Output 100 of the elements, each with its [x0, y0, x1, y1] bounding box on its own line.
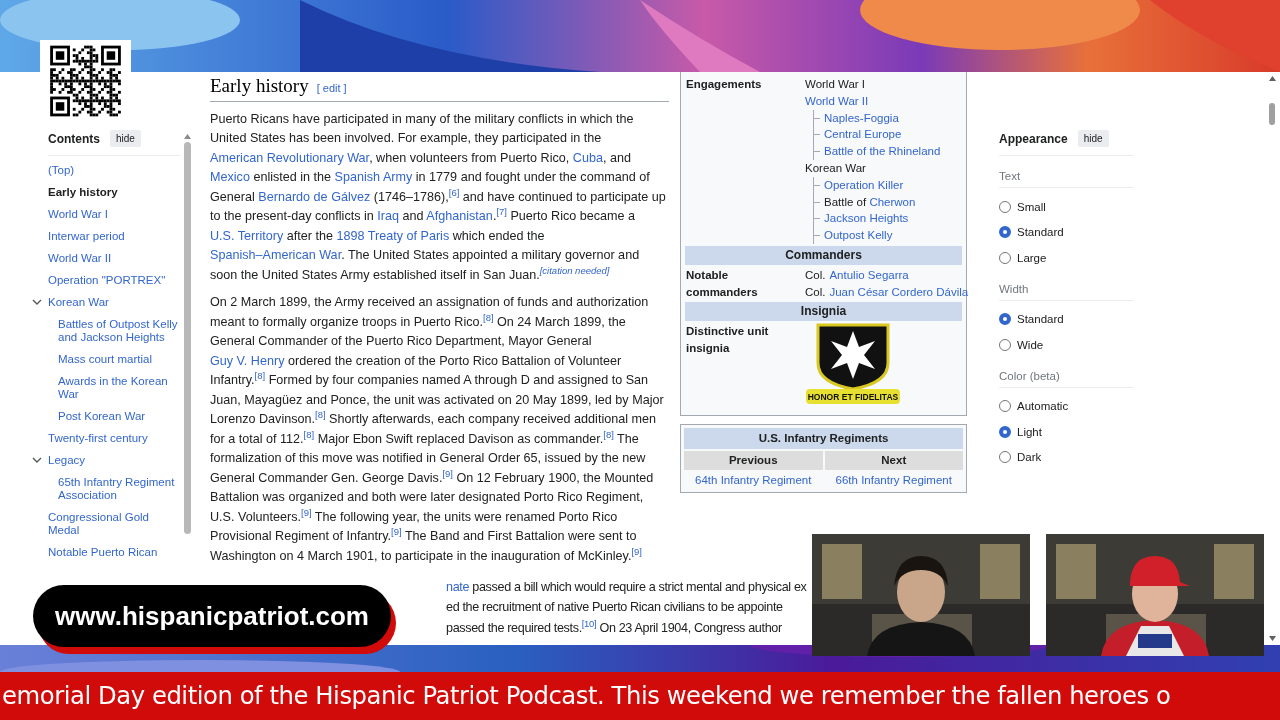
motto-text: HONOR ET FIDELITAS [807, 392, 899, 403]
radio-button[interactable] [999, 251, 1011, 264]
toc-link[interactable]: Operation "PORTREX" [48, 274, 166, 287]
infobox-text: World War I [805, 78, 866, 90]
citation-link[interactable]: [9] [442, 467, 453, 479]
column-header: Previous [684, 450, 823, 470]
text-line: ed the recruitment of native Puerto Rican civilians to be appointe [446, 599, 784, 617]
citation-needed-link[interactable]: [citation needed] [539, 264, 610, 276]
link[interactable]: Spanish Army [334, 170, 413, 185]
toc-link[interactable]: Early history [48, 186, 118, 199]
link[interactable]: Cherwon [869, 195, 916, 208]
citation-link[interactable]: [8] [603, 428, 614, 440]
toc-link[interactable]: Legacy [48, 454, 86, 467]
link[interactable]: Mexico [210, 170, 250, 185]
link[interactable]: 1898 Treaty of Paris [336, 228, 450, 243]
citation-link[interactable]: [9] [631, 545, 642, 557]
link[interactable]: Operation Killer [824, 178, 904, 191]
chevron-icon[interactable] [32, 456, 42, 465]
radio-button[interactable] [999, 338, 1011, 351]
link[interactable]: Bernardo de Gálvez [258, 189, 371, 204]
link[interactable]: Juan César Cordero Dávila [829, 283, 969, 301]
group-label: Width [999, 276, 1134, 301]
option-label: Large [1017, 251, 1047, 264]
option-label: Standard [1017, 313, 1064, 326]
infobox-label: Notable commanders [685, 267, 759, 300]
citation-link[interactable]: [9] [391, 526, 402, 538]
scroll-up-icon[interactable] [183, 134, 191, 139]
option-label: Light [1017, 425, 1042, 438]
toc-link[interactable]: World War I [48, 208, 109, 221]
citation-link[interactable]: [6] [448, 186, 460, 198]
infobox-text: Korean War [805, 162, 866, 174]
toc-title: Contents [48, 131, 100, 146]
radio-button[interactable] [999, 425, 1011, 438]
option-label: Dark [1017, 451, 1042, 464]
link[interactable]: Guy V. Henry [210, 353, 285, 368]
scroll-thumb[interactable] [1269, 103, 1275, 125]
option-label: Standard [1017, 226, 1064, 239]
link[interactable]: 64th Infantry Regiment [695, 473, 812, 486]
hide-button[interactable]: hide [110, 130, 141, 147]
link[interactable]: Cuba [572, 150, 603, 165]
infobox-text: Battle of [824, 195, 868, 208]
radio-button[interactable] [999, 200, 1011, 213]
column-header: Next [824, 450, 963, 470]
link[interactable]: World War II [805, 94, 869, 107]
toc-link[interactable]: Battles of Outpost Kelly and Jackson Heights [58, 318, 180, 344]
toc-link[interactable]: Mass court martial [58, 353, 152, 366]
toc-link[interactable]: (Top) [48, 164, 75, 177]
radio-button[interactable] [999, 400, 1011, 413]
toc-link[interactable]: Korean War [48, 296, 109, 309]
scroll-down-icon[interactable] [1268, 636, 1276, 641]
news-ticker: emorial Day edition of the Hispanic Patriot Podcast. This weekend we remember the fallen heroes o [0, 672, 1280, 720]
citation-link[interactable]: [10] [581, 617, 597, 629]
radio-button[interactable] [999, 226, 1011, 239]
toc-link[interactable]: Congressional Gold Medal [48, 511, 180, 537]
toc-link[interactable]: Awards in the Korean War [58, 375, 180, 401]
toc-link[interactable]: Interwar period [48, 230, 125, 243]
toc-link[interactable]: Post Korean War [58, 410, 146, 423]
link[interactable]: Iraq [377, 209, 399, 224]
citation-link[interactable]: [8] [315, 409, 326, 421]
citation-link[interactable]: [8] [254, 370, 266, 382]
infobox-label: Engagements [685, 77, 763, 92]
toc-link[interactable]: 65th Infantry Regiment Association [58, 476, 180, 502]
link[interactable]: Battle of the Rhineland [824, 145, 941, 158]
link[interactable]: Outpost Kelly [824, 229, 893, 242]
scroll-thumb[interactable] [183, 142, 191, 534]
toc-link[interactable]: Notable Puerto Rican [48, 546, 158, 559]
navbox-title: U.S. Infantry Regiments [684, 428, 963, 449]
link[interactable]: Central Europe [824, 128, 902, 141]
link[interactable]: Naples-Foggia [824, 111, 899, 124]
paragraph: Puerto Ricans have participated in many of the military conflicts in which the United States has been involved. For example, they participated in the American Revolutionary War, when volunteers from Puerto Rico, Cuba, and Mexico enlisted in the Spanish Army in 1779 and fought under the command of General Bernardo de Gálvez (1746–1786),$^{[6]}$ and have continued to participate up to the present-day conflicts in Iraq and Afghanistan.$^{[7]}$ Puerto Rico became a U.S. Territory after the 1898 Treaty of Paris which ended the Spanish–American War. The United States appointed a military governor and soon the United States Army established itself in San Juan.$^{[citation needed]}$ [210, 111, 667, 284]
section-heading: Early history [210, 74, 309, 98]
citation-link[interactable]: [9] [301, 506, 312, 518]
link[interactable]: nate [446, 579, 470, 594]
citation-link[interactable]: [8] [303, 428, 315, 440]
infobox-label: Distinctive unit insignia [685, 324, 770, 356]
radio-button[interactable] [999, 313, 1011, 326]
toc-link[interactable]: World War II [48, 252, 112, 265]
chevron-icon[interactable] [32, 298, 42, 307]
link[interactable]: 66th Infantry Regiment [835, 473, 952, 486]
section-header: Insignia [685, 302, 962, 322]
panel-title: Appearance [999, 131, 1068, 146]
group-label: Text [999, 164, 1134, 188]
section-header: Commanders [685, 245, 962, 265]
link[interactable]: American Revolutionary War [210, 150, 370, 165]
infobox-text: Col. [805, 267, 826, 283]
radio-button[interactable] [999, 451, 1011, 464]
link[interactable]: Afghanistan [426, 209, 493, 224]
hide-button[interactable]: hide [1077, 130, 1109, 147]
citation-link[interactable]: [7] [496, 206, 507, 218]
citation-link[interactable]: [8] [483, 311, 494, 323]
option-label: Small [1017, 200, 1046, 213]
paragraph: On 2 March 1899, the Army received an assignation of funds and authorization meant to formally organize troops in Puerto Rico.$^{[8]}$ On 24 March 1899, the General Commander of the Puerto Rico Department, Mayor General Guy V. Henry ordered the creation of the Porto Rico Battalion of Volunteer Infantry.$^{[8]}$ Formed by four companies named A through D and assigned to San Juan, Mayagüez and Ponce, the unit was activated on 20 May 1899, led by Major Lorenzo Davinson.$^{[8]}$ Shortly afterwards, each company received additional men for a total of 112.$^{[8]}$ Major Ebon Swift replaced Davison as commander.$^{[8]}$ The formalization of this move was notified in General Order 65, issued by the new General Commander Gen. George Davis.$^{[9]}$ On 12 February 1900, the Mounted Battalion was organized and both were later designated Porto Rico Regiment, U.S. Volunteers.$^{[9]}$ The following year, the units were renamed Porto Rico Provisional Regiment of Infantry.$^{[9]}$ The Band and First Battalion were sent to Washington on 4 March 1901, to participate in the inauguration of McKinley.$^{[9]}$ [210, 294, 665, 565]
link[interactable]: Jackson Heights [824, 212, 909, 225]
link[interactable]: U.S. Territory [210, 228, 284, 243]
link[interactable]: Spanish–American War [210, 248, 342, 263]
edit-link[interactable]: [ edit ] [316, 82, 347, 94]
toc-link[interactable]: Twenty-first century [48, 432, 148, 445]
group-label: Color (beta) [999, 363, 1134, 388]
scroll-up-icon[interactable] [1268, 76, 1276, 81]
link[interactable]: Antulio Segarra [829, 266, 909, 284]
